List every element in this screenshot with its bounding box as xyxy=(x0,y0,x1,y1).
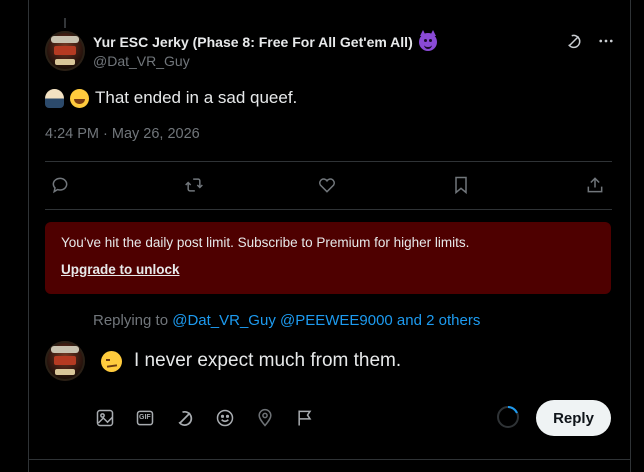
image-icon[interactable] xyxy=(93,406,117,430)
author-handle[interactable]: @Dat_VR_Guy xyxy=(93,53,190,69)
post-actions xyxy=(0,172,644,198)
character-count-indicator xyxy=(497,406,519,428)
replying-to: Replying to @Dat_VR_Guy @PEEWEE9000 and … xyxy=(93,312,481,329)
post-limit-banner: You’ve hit the daily post limit. Subscri… xyxy=(45,222,611,294)
divider-bottom xyxy=(45,209,612,210)
reply-icon[interactable] xyxy=(47,172,73,198)
grok-icon[interactable] xyxy=(173,406,197,430)
author-avatar[interactable] xyxy=(45,31,85,71)
composer-divider xyxy=(28,459,631,460)
upgrade-link[interactable]: Upgrade to unlock xyxy=(61,262,180,277)
share-icon[interactable] xyxy=(582,172,608,198)
like-icon[interactable] xyxy=(314,172,340,198)
composer-avatar[interactable] xyxy=(45,341,85,381)
divider-top xyxy=(45,161,612,162)
grok-icon[interactable] xyxy=(565,32,583,50)
thread-connector xyxy=(64,18,66,28)
more-options-icon[interactable] xyxy=(597,32,615,50)
bookmark-icon[interactable] xyxy=(448,172,474,198)
author-name[interactable]: Yur ESC Jerky (Phase 8: Free For All Get… xyxy=(93,30,437,51)
post-timestamp[interactable]: 4:24 PM · May 26, 2026 xyxy=(45,126,200,142)
post-text: That ended in a sad queef. xyxy=(45,88,297,108)
gif-icon[interactable]: GIF xyxy=(133,406,157,430)
reply-draft[interactable]: I never expect much from them. xyxy=(101,350,401,372)
right-divider xyxy=(630,0,631,472)
laughing-emoji-icon xyxy=(70,88,89,108)
smirk-emoji-icon xyxy=(101,350,122,372)
person-emoji-icon xyxy=(45,88,64,108)
reply-draft-text[interactable]: I never expect much from them. xyxy=(134,350,401,372)
emoji-icon[interactable] xyxy=(213,406,237,430)
post-limit-message: You’ve hit the daily post limit. Subscri… xyxy=(61,235,470,250)
repost-icon[interactable] xyxy=(181,172,207,198)
reply-button[interactable]: Reply xyxy=(536,400,611,436)
devil-emoji-icon xyxy=(418,30,437,51)
left-divider xyxy=(28,0,29,472)
post-header-icons xyxy=(565,32,615,50)
flag-icon[interactable] xyxy=(293,406,317,430)
location-icon[interactable] xyxy=(253,406,277,430)
replying-targets-link[interactable]: @Dat_VR_Guy @PEEWEE9000 and 2 others xyxy=(172,312,480,329)
